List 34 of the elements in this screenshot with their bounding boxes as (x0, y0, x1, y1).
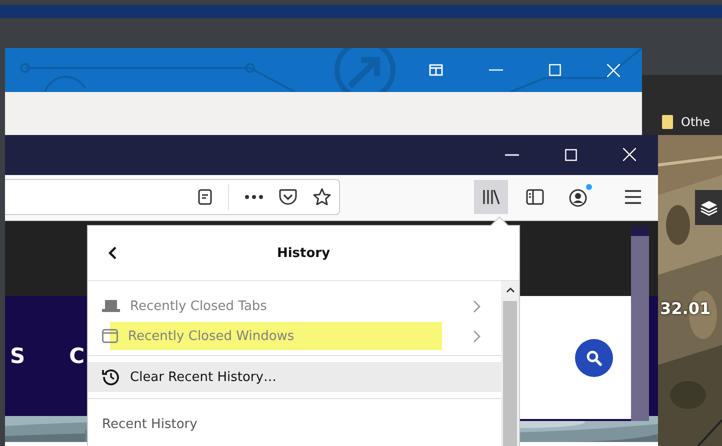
sidebar-icon (526, 189, 544, 206)
search-button[interactable] (575, 338, 613, 376)
panel-title: History (276, 246, 330, 260)
bookmark-folder[interactable]: Othe (681, 115, 710, 129)
star-icon[interactable] (313, 188, 331, 206)
section-heading: Recent History (101, 416, 198, 432)
snap-icon[interactable] (429, 64, 443, 76)
laptop-icon (102, 300, 120, 312)
scroll-up-icon[interactable] (506, 287, 514, 293)
folder-icon (662, 115, 673, 129)
nav-text[interactable]: C (69, 344, 85, 368)
scrollbar[interactable] (501, 281, 519, 446)
more-icon[interactable] (245, 195, 263, 200)
chevron-right-icon (473, 300, 481, 312)
back-icon (108, 246, 116, 260)
scrollbar-thumb[interactable] (503, 301, 517, 446)
chevron-right-icon (473, 330, 481, 342)
library-icon (482, 189, 500, 206)
window-icon (102, 329, 118, 343)
account-icon (569, 187, 589, 208)
scrollbar[interactable] (631, 226, 649, 421)
close-icon[interactable] (607, 64, 620, 76)
search-icon (586, 350, 602, 366)
minimize-icon[interactable] (505, 154, 519, 156)
menu-icon (625, 190, 641, 204)
library-button[interactable] (474, 180, 508, 214)
menu-item[interactable]: Clear Recent History… (88, 362, 501, 392)
nav-text[interactable]: S (10, 344, 26, 368)
close-icon[interactable] (623, 148, 636, 162)
history-icon (102, 368, 120, 386)
pocket-icon[interactable] (279, 189, 297, 206)
address-bar[interactable] (5, 179, 340, 216)
maximize-icon[interactable] (565, 148, 577, 161)
reader-view-icon[interactable] (198, 189, 212, 206)
